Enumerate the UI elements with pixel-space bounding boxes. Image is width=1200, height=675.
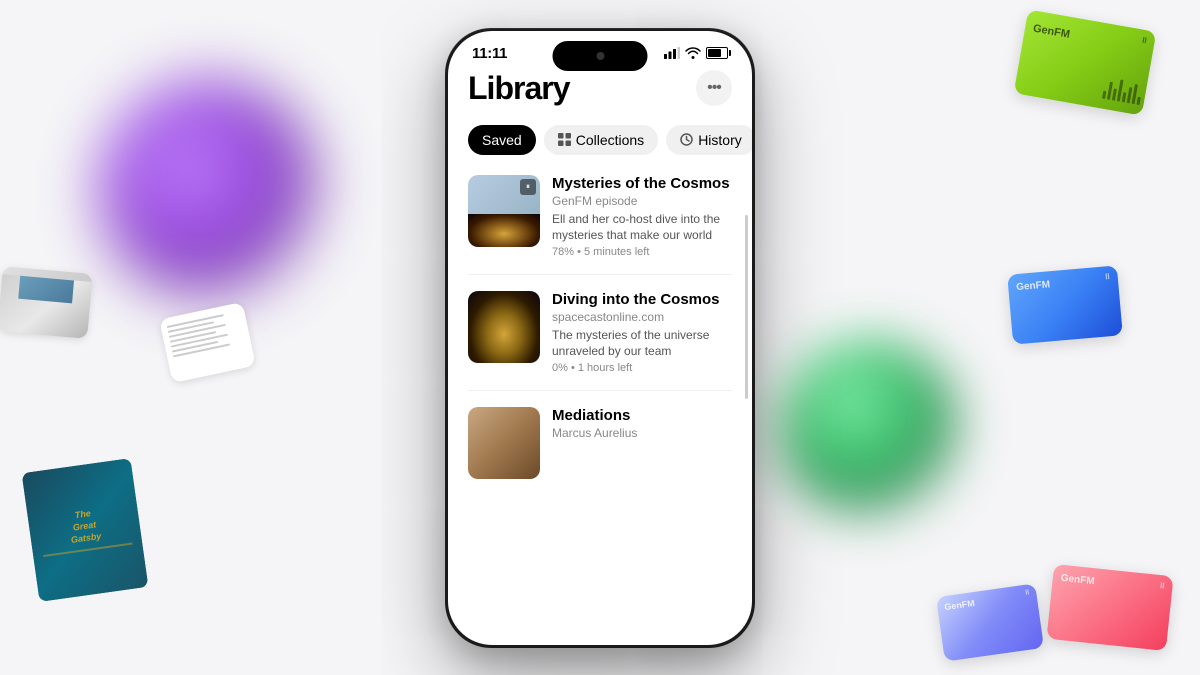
divider-1 [468,274,732,275]
magazine-card [0,266,93,339]
genfm-top-card: ll GenFM [1014,9,1157,115]
collections-icon [558,133,571,146]
episode-desc-2: The mysteries of the universe unraveled … [552,327,732,359]
dynamic-island [553,41,648,71]
episode-desc-1: Ell and her co-host dive into the myster… [552,211,732,243]
genfm-mid-card: ll GenFM [1007,265,1123,344]
tab-collections[interactable]: Collections [544,125,658,155]
episode-thumb-3 [468,407,540,479]
episode-item-2[interactable]: Diving into the Cosmos spacecastonline.c… [468,291,732,374]
history-icon [680,133,693,146]
tabs-row: Saved Collections [468,125,732,155]
island-dot [596,52,604,60]
more-options-button[interactable]: ••• [696,70,732,106]
genfm-bot-label: GenFM [1060,573,1095,587]
scroll-indicator [745,215,748,399]
episode-item-3[interactable]: Mediations Marcus Aurelius [468,407,732,479]
wifi-icon [685,47,701,59]
phone-shell: 11:11 [445,28,755,648]
episode-source-2: spacecastonline.com [552,310,732,324]
genfm-mid-label: GenFM [1016,279,1051,293]
app-header: Library ••• [468,70,732,107]
status-time: 11:11 [472,45,507,62]
tab-saved[interactable]: Saved [468,125,536,155]
tab-saved-label: Saved [482,132,522,148]
paper-card [159,302,256,383]
episode-source-1: GenFM episode [552,194,732,208]
phone-screen: 11:11 [448,31,752,645]
divider-2 [468,390,732,391]
pause-badge-1: ⏸ [520,179,536,195]
episode-source-3: Marcus Aurelius [552,426,732,440]
status-bar: 11:11 [448,31,752,70]
episode-info-3: Mediations Marcus Aurelius [552,407,732,443]
episode-info-2: Diving into the Cosmos spacecastonline.c… [552,291,732,374]
green-orb [780,340,960,520]
purple-orb [100,80,320,300]
episode-info-1: Mysteries of the Cosmos GenFM episode El… [552,175,732,258]
gatsby-card: TheGreatGatsby [21,458,148,602]
app-content: Library ••• Saved C [448,70,752,496]
episode-meta-2: 0% • 1 hours left [552,362,732,374]
episode-thumb-2 [468,291,540,363]
episode-title-2: Diving into the Cosmos [552,291,732,309]
tab-collections-label: Collections [576,132,644,148]
status-icons [664,47,728,59]
episode-thumb-1: GenFM ⏸ [468,175,540,247]
page-title: Library [468,70,569,107]
genfm-bot-card: ll GenFM [1046,564,1173,651]
phone-device: 11:11 [445,28,755,648]
tab-history[interactable]: History [666,125,752,155]
genfm-bot2-card: ll GenFM [936,583,1044,661]
genfm-top-label: GenFM [1032,23,1071,41]
episode-meta-1: 78% • 5 minutes left [552,246,732,258]
signal-icon [664,47,680,59]
battery-icon [706,47,728,59]
episode-title-1: Mysteries of the Cosmos [552,175,732,193]
tab-history-label: History [698,132,742,148]
episode-item[interactable]: GenFM ⏸ Mysteries of the Cosmos GenFM ep… [468,175,732,258]
episode-title-3: Mediations [552,407,732,425]
genfm-bot2-label: GenFM [944,598,976,612]
